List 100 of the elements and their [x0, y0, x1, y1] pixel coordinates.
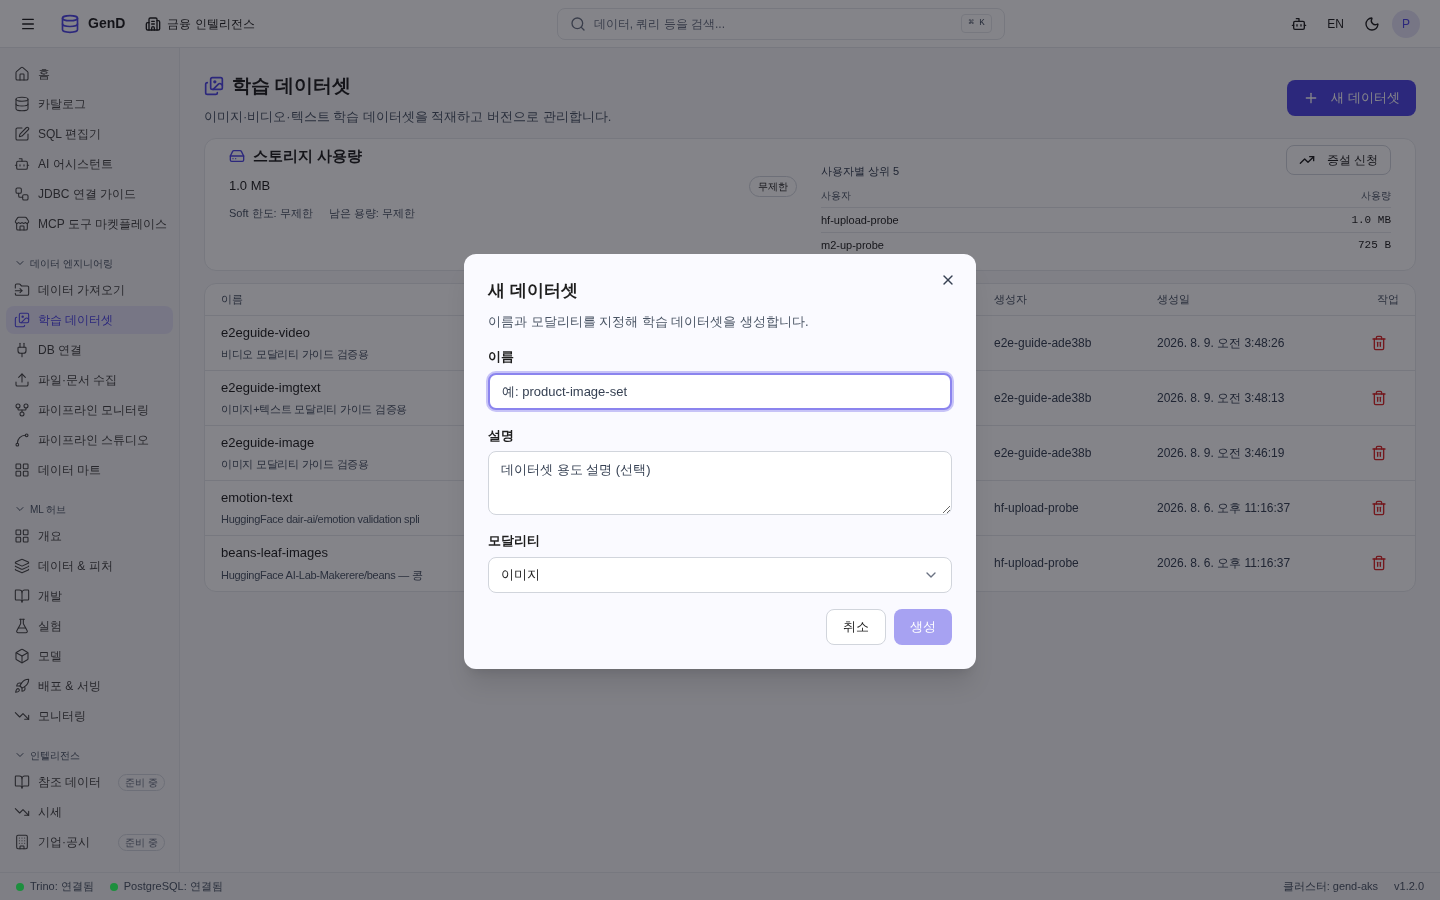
- connection-status: Trino: 연결됨: [30, 879, 94, 895]
- section-header[interactable]: 데이터 엔지니어링: [6, 252, 173, 274]
- nav-icon: [14, 126, 30, 142]
- nav-icon: [14, 648, 30, 664]
- dataset-description: 이미지 모달리티 가이드 검증용: [221, 457, 370, 472]
- user-avatar[interactable]: P: [1392, 9, 1420, 38]
- table-cell-text: hf-upload-probe: [821, 212, 899, 228]
- column-header: 생성자: [993, 291, 1028, 307]
- brand-name: GenD: [88, 14, 126, 33]
- name-field[interactable]: 예: product-image-set: [488, 372, 952, 410]
- cancel-button[interactable]: 취소: [826, 608, 886, 645]
- soft-limit-text: Soft 한도: 무제한: [229, 205, 313, 221]
- sidebar-item[interactable]: 학습 데이터셋: [6, 306, 173, 334]
- nav-icon: [14, 588, 30, 604]
- search-icon: [569, 15, 586, 32]
- dataset-name[interactable]: beans-leaf-images: [221, 543, 464, 563]
- images-icon: [204, 76, 224, 97]
- column-header: 이름: [220, 291, 244, 307]
- building-icon: [145, 15, 162, 32]
- sidebar-item[interactable]: DB 연결: [6, 336, 173, 364]
- field-label: 모달리티: [488, 532, 541, 550]
- table-cell-text: e2e-guide-ade38b: [993, 334, 1093, 352]
- sidebar-item[interactable]: 카탈로그: [6, 90, 173, 118]
- dataset-description: HuggingFace AI-Lab-Makerere/beans — 콩: [221, 567, 424, 583]
- section-header[interactable]: ML 허브: [6, 498, 173, 520]
- nav-icon: [14, 186, 30, 202]
- search-field[interactable]: 데이터, 쿼리 등을 검색... ⌘ K: [556, 7, 1005, 40]
- dataset-name[interactable]: e2eguide-video: [221, 322, 464, 342]
- column-header: 사용자: [821, 188, 851, 203]
- nav-icon: [14, 558, 30, 574]
- table-cell-text: 2026. 8. 6. 오후 11:16:37: [1156, 555, 1292, 572]
- version-text: v1.2.0: [1394, 879, 1424, 895]
- sidebar-item[interactable]: 모니터링: [6, 702, 173, 730]
- dataset-name[interactable]: e2eguide-imgtext: [221, 377, 464, 397]
- nav-icon: [14, 372, 30, 388]
- modality-select[interactable]: 이미지: [488, 556, 952, 593]
- remaining-text: 남은 용량: 무제한: [328, 205, 415, 221]
- dataset-name[interactable]: e2eguide-image: [221, 432, 464, 452]
- trash-icon[interactable]: [1371, 499, 1387, 516]
- sidebar-item[interactable]: 파일·문서 수집: [6, 366, 173, 394]
- sidebar-item[interactable]: 데이터 가져오기: [6, 276, 173, 304]
- shortcut-key: ⌘ K: [961, 13, 992, 34]
- description-field[interactable]: 데이터셋 용도 설명 (선택): [488, 451, 952, 515]
- trash-icon[interactable]: [1371, 444, 1387, 461]
- sidebar-item[interactable]: 파이프라인 모니터링: [6, 396, 173, 424]
- sidebar-item[interactable]: 배포 & 서빙: [6, 672, 173, 700]
- robot-icon[interactable]: [1291, 15, 1308, 32]
- nav-icon: [14, 678, 30, 694]
- language-toggle[interactable]: EN: [1327, 14, 1344, 33]
- dataset-description: 이미지+텍스트 모달리티 가이드 검증용: [221, 402, 409, 417]
- nav-icon: [14, 66, 30, 82]
- sidebar-item[interactable]: 홈: [6, 60, 173, 88]
- page-subtitle: 이미지·비디오·텍스트 학습 데이터셋을 적재하고 버전으로 관리합니다.: [204, 107, 612, 126]
- drive-icon: [229, 148, 245, 165]
- nav-icon: [14, 312, 30, 328]
- request-button[interactable]: 증설 신청: [1285, 145, 1391, 175]
- nav-icon: [14, 462, 30, 478]
- sidebar-item[interactable]: AI 어시스턴트: [6, 150, 173, 178]
- table-cell-text: 1.0 MB: [1351, 212, 1391, 228]
- nav-icon: [14, 618, 30, 634]
- table-cell-text: 2026. 8. 9. 오전 3:48:26: [1156, 334, 1286, 352]
- table-cell-text: 2026. 8. 6. 오후 11:16:37: [1156, 499, 1292, 517]
- sidebar-item[interactable]: MCP 도구 마켓플레이스: [6, 210, 173, 238]
- search-field[interactable]: 데이터, 쿼리 등을 검색...: [593, 14, 954, 33]
- sidebar-item[interactable]: 실험: [6, 612, 173, 640]
- workspace-name[interactable]: 금융 인텔리전스: [167, 14, 255, 33]
- card-title: 스토리지 사용량: [253, 146, 363, 166]
- table-cell-text: m2-up-probe: [821, 238, 884, 253]
- dataset-name[interactable]: emotion-text: [221, 487, 464, 507]
- trash-icon[interactable]: [1371, 334, 1387, 351]
- sidebar-item[interactable]: 기업·공시 준비 중: [6, 828, 173, 856]
- sidebar-item[interactable]: 파이프라인 스튜디오: [6, 426, 173, 454]
- sidebar-item[interactable]: SQL 편집기: [6, 120, 173, 148]
- table-cell-text: 725 B: [1358, 238, 1391, 253]
- trash-icon[interactable]: [1371, 555, 1387, 571]
- sidebar-item[interactable]: 개요: [6, 522, 173, 550]
- sidebar-item[interactable]: JDBC 연결 가이드: [6, 180, 173, 208]
- dialog-title: 새 데이터셋: [488, 280, 579, 302]
- sidebar-item[interactable]: 데이터 & 피처: [6, 552, 173, 580]
- nav-icon: [14, 96, 30, 112]
- nav-icon: [14, 342, 30, 358]
- sidebar-item[interactable]: 데이터 마트: [6, 456, 173, 484]
- dialog-description: 이름과 모달리티를 지정해 학습 데이터셋을 생성합니다.: [488, 312, 810, 331]
- column-header: 사용량: [1361, 188, 1391, 203]
- table-cell-text: hf-upload-probe: [993, 555, 1080, 572]
- nav-icon: [14, 834, 30, 850]
- table-cell-text: 2026. 8. 9. 오전 3:46:19: [1156, 444, 1286, 462]
- trash-icon[interactable]: [1371, 389, 1387, 406]
- moon-icon[interactable]: [1364, 15, 1380, 32]
- new-dataset-button[interactable]: 새 데이터셋: [1287, 80, 1416, 116]
- sidebar-item[interactable]: 개발: [6, 582, 173, 610]
- nav-icon: [14, 216, 30, 232]
- sidebar-item[interactable]: 모델: [6, 642, 173, 670]
- table-cell-text: e2e-guide-ade38b: [993, 444, 1093, 462]
- sidebar-item[interactable]: 참조 데이터 준비 중: [6, 768, 173, 796]
- section-header[interactable]: 인텔리전스: [6, 744, 173, 766]
- column-header: 작업: [1376, 291, 1400, 307]
- storage-used: 1.0 MB: [229, 177, 271, 196]
- sidebar-item[interactable]: 시세: [6, 798, 173, 826]
- nav-icon: [14, 432, 30, 448]
